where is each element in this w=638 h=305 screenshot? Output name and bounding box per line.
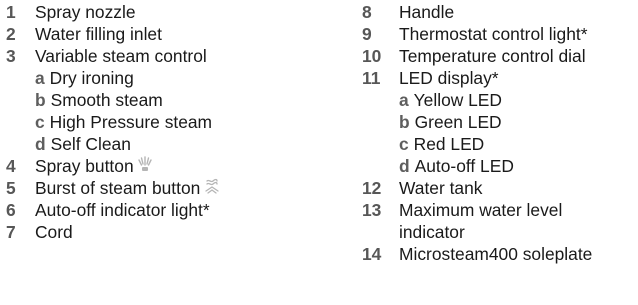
item-label: Maximum water level [399,200,563,220]
sub-item: a Yellow LED [362,89,638,111]
list-item: 10 Temperature control dial [362,45,638,67]
item-number: 3 [6,46,16,66]
sub-item-letter: b [35,90,46,110]
legend-column-left: 1 Spray nozzle 2 Water filling inlet 3 V… [6,1,328,243]
sub-item-label: Dry ironing [49,68,134,88]
item-label: Cord [35,222,73,242]
item-label: Thermostat control light* [399,24,588,44]
sub-item: d Auto-off LED [362,155,638,177]
sub-item: a Dry ironing [6,67,328,89]
sub-item-label: Self Clean [50,134,131,154]
item-number: 7 [6,222,16,242]
sub-item-label: Red LED [413,134,485,154]
sub-item-letter: b [399,112,410,132]
sub-item-letter: d [399,156,410,176]
sub-item-letter: a [35,68,45,88]
item-label: Auto-off indicator light* [35,200,210,220]
parts-legend: 1 Spray nozzle 2 Water filling inlet 3 V… [0,0,638,305]
item-label: Spray nozzle [35,2,136,22]
item-number: 1 [6,2,16,22]
sub-item-label: Auto-off LED [414,156,514,176]
sub-item-letter: a [399,90,409,110]
list-item: 9 Thermostat control light* [362,23,638,45]
item-number: 11 [362,68,381,88]
item-label: Temperature control dial [399,46,586,66]
list-item: 1 Spray nozzle [6,1,328,23]
list-item: 8 Handle [362,1,638,23]
list-item: 14 Microsteam400 soleplate [362,243,638,265]
list-item: 7 Cord [6,221,328,243]
item-label: Variable steam control [35,46,207,66]
item-label: Handle [399,2,455,22]
sub-item-label: Yellow LED [413,90,502,110]
item-label: Water tank [399,178,483,198]
sub-item-label: High Pressure steam [49,112,213,132]
sub-item: c High Pressure steam [6,111,328,133]
item-label-continuation: indicator [399,222,465,242]
sub-item-letter: c [399,134,409,154]
sub-item: d Self Clean [6,133,328,155]
list-item: 12 Water tank [362,177,638,199]
item-number: 12 [362,178,382,198]
sub-item-letter: c [35,112,45,132]
list-item: 2 Water filling inlet [6,23,328,45]
spray-icon [137,155,152,177]
item-label: Spray button [35,156,134,176]
sub-item-label: Smooth steam [50,90,163,110]
sub-item: b Green LED [362,111,638,133]
list-item: 6 Auto-off indicator light* [6,199,328,221]
item-label: Microsteam400 soleplate [399,244,593,264]
sub-item: b Smooth steam [6,89,328,111]
item-label: LED display* [399,68,499,88]
list-item: 11 LED display* [362,67,638,89]
list-item: 13 Maximum water level [362,199,638,221]
legend-column-right: 8 Handle 9 Thermostat control light* 10 … [362,1,638,265]
item-number: 13 [362,200,382,220]
item-number: 9 [362,24,372,44]
item-number: 6 [6,200,16,220]
item-number: 5 [6,178,16,198]
item-number: 2 [6,24,16,44]
steam-burst-icon [204,177,220,199]
list-item: 5 Burst of steam button [6,177,328,199]
item-number: 4 [6,156,16,176]
sub-item-label: Green LED [414,112,502,132]
sub-item-letter: d [35,134,46,154]
item-number: 14 [362,244,382,264]
list-item-continuation: indicator [362,221,638,243]
sub-item: c Red LED [362,133,638,155]
item-number: 8 [362,2,372,22]
item-number: 10 [362,46,382,66]
item-label: Burst of steam button [35,178,201,198]
list-item: 3 Variable steam control [6,45,328,67]
item-label: Water filling inlet [35,24,162,44]
list-item: 4 Spray button [6,155,328,177]
